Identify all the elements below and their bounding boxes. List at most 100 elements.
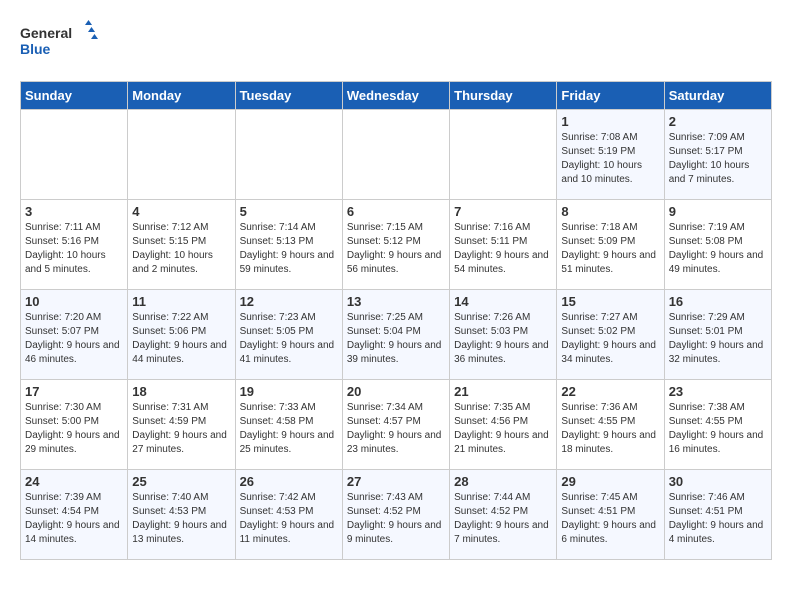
- calendar-week-row: 24 Sunrise: 7:39 AM Sunset: 4:54 PM Dayli…: [21, 470, 772, 560]
- column-header-sunday: Sunday: [21, 82, 128, 110]
- day-info: Sunrise: 7:23 AM Sunset: 5:05 PM Dayligh…: [240, 311, 338, 367]
- day-number: 11: [132, 294, 230, 309]
- calendar-cell: 20 Sunrise: 7:34 AM Sunset: 4:57 PM Dayli…: [342, 380, 449, 470]
- day-info: Sunrise: 7:14 AM Sunset: 5:13 PM Dayligh…: [240, 221, 338, 277]
- day-number: 19: [240, 384, 338, 399]
- calendar-cell: 1 Sunrise: 7:08 AM Sunset: 5:19 PM Daylig…: [557, 110, 664, 200]
- day-info: Sunrise: 7:42 AM Sunset: 4:53 PM Dayligh…: [240, 491, 338, 547]
- day-info: Sunrise: 7:15 AM Sunset: 5:12 PM Dayligh…: [347, 221, 445, 277]
- calendar-cell: [450, 110, 557, 200]
- calendar-cell: [235, 110, 342, 200]
- day-number: 22: [561, 384, 659, 399]
- day-number: 2: [669, 114, 767, 129]
- day-info: Sunrise: 7:33 AM Sunset: 4:58 PM Dayligh…: [240, 401, 338, 457]
- day-number: 12: [240, 294, 338, 309]
- day-number: 24: [25, 474, 123, 489]
- day-number: 4: [132, 204, 230, 219]
- calendar-cell: 7Sunrise: 7:16 AM Sunset: 5:11 PM Daylig…: [450, 200, 557, 290]
- column-header-wednesday: Wednesday: [342, 82, 449, 110]
- day-info: Sunrise: 7:40 AM Sunset: 4:53 PM Dayligh…: [132, 491, 230, 547]
- day-number: 26: [240, 474, 338, 489]
- day-number: 21: [454, 384, 552, 399]
- day-info: Sunrise: 7:18 AM Sunset: 5:09 PM Dayligh…: [561, 221, 659, 277]
- day-number: 23: [669, 384, 767, 399]
- calendar-cell: 21Sunrise: 7:35 AM Sunset: 4:56 PM Dayli…: [450, 380, 557, 470]
- calendar-cell: 27 Sunrise: 7:43 AM Sunset: 4:52 PM Dayli…: [342, 470, 449, 560]
- svg-text:General: General: [20, 25, 72, 41]
- day-info: Sunrise: 7:45 AM Sunset: 4:51 PM Dayligh…: [561, 491, 659, 547]
- day-info: Sunrise: 7:20 AM Sunset: 5:07 PM Dayligh…: [25, 311, 123, 367]
- calendar-cell: 6 Sunrise: 7:15 AM Sunset: 5:12 PM Daylig…: [342, 200, 449, 290]
- calendar-cell: [342, 110, 449, 200]
- day-info: Sunrise: 7:36 AM Sunset: 4:55 PM Dayligh…: [561, 401, 659, 457]
- calendar-cell: 26 Sunrise: 7:42 AM Sunset: 4:53 PM Dayli…: [235, 470, 342, 560]
- column-header-friday: Friday: [557, 82, 664, 110]
- calendar-cell: 30 Sunrise: 7:46 AM Sunset: 4:51 PM Dayli…: [664, 470, 771, 560]
- day-number: 25: [132, 474, 230, 489]
- day-number: 1: [561, 114, 659, 129]
- calendar-cell: 12 Sunrise: 7:23 AM Sunset: 5:05 PM Dayli…: [235, 290, 342, 380]
- day-info: Sunrise: 7:43 AM Sunset: 4:52 PM Dayligh…: [347, 491, 445, 547]
- day-info: Sunrise: 7:19 AM Sunset: 5:08 PM Dayligh…: [669, 221, 767, 277]
- page-header: General Blue: [20, 20, 772, 65]
- day-info: Sunrise: 7:29 AM Sunset: 5:01 PM Dayligh…: [669, 311, 767, 367]
- day-number: 18: [132, 384, 230, 399]
- calendar-cell: 3 Sunrise: 7:11 AM Sunset: 5:16 PM Daylig…: [21, 200, 128, 290]
- day-info: Sunrise: 7:26 AM Sunset: 5:03 PM Dayligh…: [454, 311, 552, 367]
- column-header-tuesday: Tuesday: [235, 82, 342, 110]
- logo-svg: General Blue: [20, 20, 100, 65]
- calendar-cell: 18 Sunrise: 7:31 AM Sunset: 4:59 PM Dayli…: [128, 380, 235, 470]
- calendar-cell: 11Sunrise: 7:22 AM Sunset: 5:06 PM Dayli…: [128, 290, 235, 380]
- calendar-header-row: SundayMondayTuesdayWednesdayThursdayFrid…: [21, 82, 772, 110]
- calendar-cell: 22 Sunrise: 7:36 AM Sunset: 4:55 PM Dayli…: [557, 380, 664, 470]
- day-info: Sunrise: 7:08 AM Sunset: 5:19 PM Dayligh…: [561, 131, 659, 187]
- column-header-saturday: Saturday: [664, 82, 771, 110]
- calendar-cell: 25 Sunrise: 7:40 AM Sunset: 4:53 PM Dayli…: [128, 470, 235, 560]
- logo: General Blue: [20, 20, 100, 65]
- calendar-cell: 4 Sunrise: 7:12 AM Sunset: 5:15 PM Daylig…: [128, 200, 235, 290]
- calendar-cell: 13Sunrise: 7:25 AM Sunset: 5:04 PM Dayli…: [342, 290, 449, 380]
- day-info: Sunrise: 7:16 AM Sunset: 5:11 PM Dayligh…: [454, 221, 552, 277]
- calendar-cell: 15 Sunrise: 7:27 AM Sunset: 5:02 PM Dayli…: [557, 290, 664, 380]
- calendar-week-row: 10Sunrise: 7:20 AM Sunset: 5:07 PM Dayli…: [21, 290, 772, 380]
- day-number: 15: [561, 294, 659, 309]
- day-info: Sunrise: 7:39 AM Sunset: 4:54 PM Dayligh…: [25, 491, 123, 547]
- calendar-cell: 29 Sunrise: 7:45 AM Sunset: 4:51 PM Dayli…: [557, 470, 664, 560]
- calendar-week-row: 1 Sunrise: 7:08 AM Sunset: 5:19 PM Daylig…: [21, 110, 772, 200]
- calendar-cell: 19 Sunrise: 7:33 AM Sunset: 4:58 PM Dayli…: [235, 380, 342, 470]
- day-number: 6: [347, 204, 445, 219]
- calendar-cell: 14 Sunrise: 7:26 AM Sunset: 5:03 PM Dayli…: [450, 290, 557, 380]
- calendar-cell: 9 Sunrise: 7:19 AM Sunset: 5:08 PM Daylig…: [664, 200, 771, 290]
- calendar-cell: 2Sunrise: 7:09 AM Sunset: 5:17 PM Daylig…: [664, 110, 771, 200]
- calendar-cell: 24 Sunrise: 7:39 AM Sunset: 4:54 PM Dayli…: [21, 470, 128, 560]
- calendar-cell: 10Sunrise: 7:20 AM Sunset: 5:07 PM Dayli…: [21, 290, 128, 380]
- day-info: Sunrise: 7:27 AM Sunset: 5:02 PM Dayligh…: [561, 311, 659, 367]
- calendar-cell: 8Sunrise: 7:18 AM Sunset: 5:09 PM Daylig…: [557, 200, 664, 290]
- day-info: Sunrise: 7:34 AM Sunset: 4:57 PM Dayligh…: [347, 401, 445, 457]
- calendar-table: SundayMondayTuesdayWednesdayThursdayFrid…: [20, 81, 772, 560]
- day-info: Sunrise: 7:12 AM Sunset: 5:15 PM Dayligh…: [132, 221, 230, 277]
- calendar-cell: 5Sunrise: 7:14 AM Sunset: 5:13 PM Daylig…: [235, 200, 342, 290]
- calendar-cell: [128, 110, 235, 200]
- day-info: Sunrise: 7:46 AM Sunset: 4:51 PM Dayligh…: [669, 491, 767, 547]
- day-number: 9: [669, 204, 767, 219]
- day-number: 20: [347, 384, 445, 399]
- day-number: 29: [561, 474, 659, 489]
- calendar-week-row: 17Sunrise: 7:30 AM Sunset: 5:00 PM Dayli…: [21, 380, 772, 470]
- day-info: Sunrise: 7:31 AM Sunset: 4:59 PM Dayligh…: [132, 401, 230, 457]
- day-number: 3: [25, 204, 123, 219]
- calendar-cell: 16Sunrise: 7:29 AM Sunset: 5:01 PM Dayli…: [664, 290, 771, 380]
- calendar-cell: 17Sunrise: 7:30 AM Sunset: 5:00 PM Dayli…: [21, 380, 128, 470]
- day-number: 14: [454, 294, 552, 309]
- day-info: Sunrise: 7:44 AM Sunset: 4:52 PM Dayligh…: [454, 491, 552, 547]
- day-info: Sunrise: 7:38 AM Sunset: 4:55 PM Dayligh…: [669, 401, 767, 457]
- column-header-thursday: Thursday: [450, 82, 557, 110]
- day-info: Sunrise: 7:25 AM Sunset: 5:04 PM Dayligh…: [347, 311, 445, 367]
- day-number: 30: [669, 474, 767, 489]
- day-info: Sunrise: 7:30 AM Sunset: 5:00 PM Dayligh…: [25, 401, 123, 457]
- day-number: 27: [347, 474, 445, 489]
- calendar-week-row: 3 Sunrise: 7:11 AM Sunset: 5:16 PM Daylig…: [21, 200, 772, 290]
- svg-text:Blue: Blue: [20, 41, 51, 57]
- day-info: Sunrise: 7:11 AM Sunset: 5:16 PM Dayligh…: [25, 221, 123, 277]
- calendar-cell: [21, 110, 128, 200]
